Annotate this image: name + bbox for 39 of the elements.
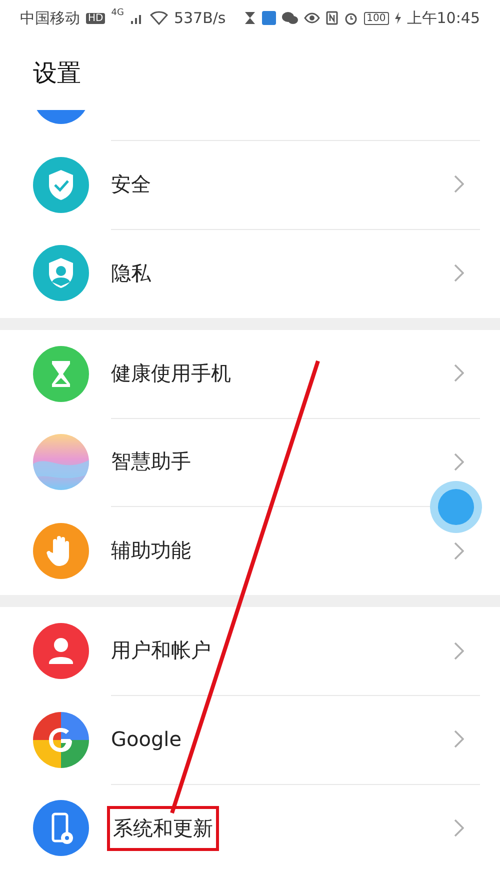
chevron-icon: [454, 819, 464, 838]
nfc-icon: [326, 11, 338, 25]
charging-icon: [394, 12, 401, 24]
network-type: 4G: [111, 8, 124, 18]
setting-label[interactable]: 用户和帐户: [111, 637, 454, 664]
person-icon: [33, 623, 89, 680]
hand-icon: [33, 522, 89, 579]
wifi-icon: [150, 11, 168, 25]
page-title: 设置: [32, 58, 82, 89]
hourglass-icon: [33, 346, 89, 402]
hd-badge: HD: [86, 12, 106, 24]
google-icon: [33, 712, 89, 768]
carrier-name: 中国移动: [20, 8, 80, 28]
chevron-icon: [454, 175, 464, 194]
battery-level: 100: [364, 12, 389, 24]
chat-icon: [282, 11, 298, 25]
chevron-icon: [454, 452, 464, 471]
alarm-icon: [344, 11, 358, 25]
setting-label[interactable]: 辅助功能: [111, 537, 454, 564]
chevron-icon: [454, 542, 464, 560]
chevron-icon: [454, 364, 464, 382]
setting-label[interactable]: 系统和更新: [107, 806, 219, 851]
setting-label[interactable]: 隐私: [111, 260, 454, 287]
chevron-icon: [454, 642, 464, 660]
shield-check-icon: [33, 156, 89, 213]
network-speed: 537B/s: [174, 9, 226, 27]
hourglass-icon: [244, 11, 256, 25]
phone-gear-icon: [33, 800, 89, 856]
setting-label[interactable]: 健康使用手机: [111, 360, 454, 387]
setting-label[interactable]: 安全: [111, 170, 454, 198]
app-icon: [262, 11, 276, 25]
setting-label[interactable]: 智慧助手: [111, 448, 454, 476]
clock-time: 上午10:45: [406, 8, 480, 28]
setting-label[interactable]: Google: [111, 727, 454, 752]
assistant-icon: [33, 434, 89, 490]
chevron-icon: [454, 264, 464, 282]
eye-icon: [304, 11, 320, 25]
chevron-icon: [454, 730, 464, 748]
shield-person-icon: [33, 245, 89, 302]
